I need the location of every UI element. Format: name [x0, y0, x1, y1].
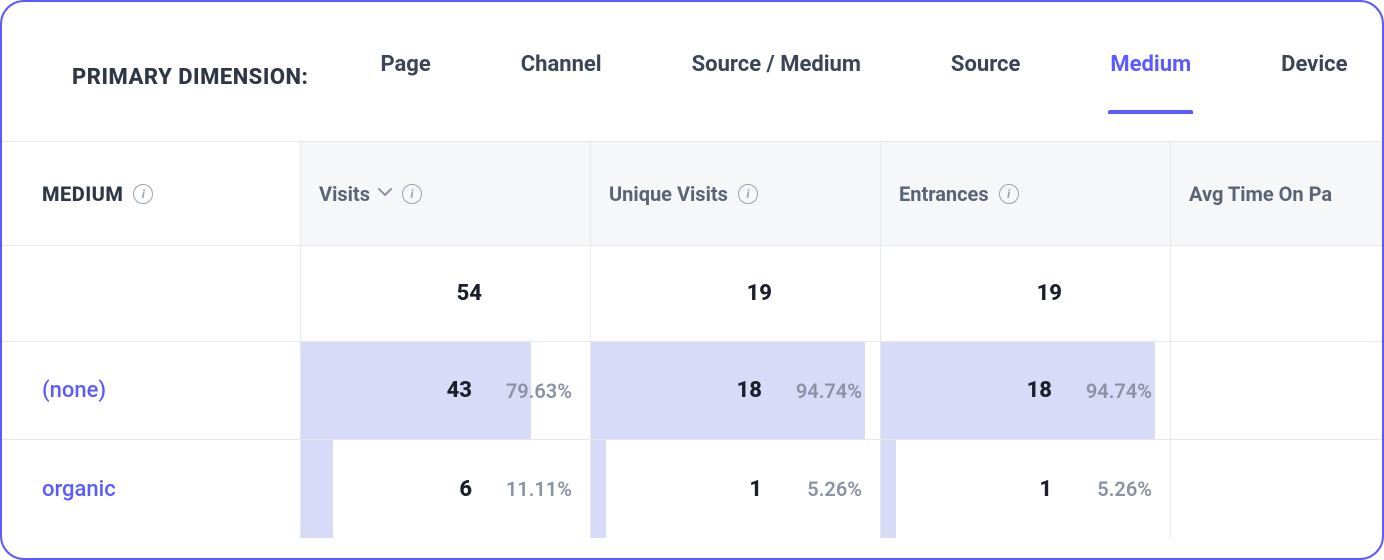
metric-pct: 79.63%: [488, 379, 572, 403]
totals-unique-visits-value: 19: [747, 281, 778, 306]
row-visits-cell: 6 11.11%: [300, 440, 590, 538]
tab-channel[interactable]: Channel: [519, 42, 604, 113]
metric-value: 1: [1039, 477, 1052, 502]
col-header-visits[interactable]: Visits: [300, 142, 590, 246]
metric-pct: 11.11%: [488, 477, 572, 501]
table-totals-row: 54 00.00% 19 00.00% 19 00.00%: [2, 246, 1382, 342]
totals-unique-visits-cell: 19 00.00%: [590, 246, 880, 341]
table-row: (none) 43 79.63% 18 94.74% 18: [2, 342, 1382, 440]
col-header-label: Visits: [319, 182, 370, 206]
data-table: MEDIUM Visits Unique Visits Entrances Av…: [2, 141, 1382, 538]
totals-entrances-cell: 19 00.00%: [880, 246, 1170, 341]
totals-visits-cell: 54 00.00%: [300, 246, 590, 341]
col-header-label: Entrances: [899, 182, 989, 206]
dimension-label: PRIMARY DIMENSION:: [72, 65, 308, 90]
tab-medium[interactable]: Medium: [1108, 42, 1193, 113]
row-entrances-cell: 18 94.74%: [880, 342, 1170, 439]
tab-page[interactable]: Page: [378, 42, 432, 113]
totals-visits-value: 54: [457, 281, 488, 306]
row-unique-visits-cell: 1 5.26%: [590, 440, 880, 538]
totals-entrances-value: 19: [1037, 281, 1068, 306]
tab-source-medium[interactable]: Source / Medium: [690, 42, 863, 113]
col-header-dimension[interactable]: MEDIUM: [2, 142, 300, 246]
metric-pct: 94.74%: [778, 379, 862, 403]
metric-pct: 94.74%: [1068, 379, 1152, 403]
totals-overflow-cell: [1170, 246, 1382, 341]
row-overflow-cell: [1170, 440, 1382, 538]
col-header-unique-visits[interactable]: Unique Visits: [590, 142, 880, 246]
tab-device[interactable]: Device: [1279, 42, 1349, 113]
col-header-entrances[interactable]: Entrances: [880, 142, 1170, 246]
table-header-row: MEDIUM Visits Unique Visits Entrances Av…: [2, 142, 1382, 246]
chevron-down-icon: [378, 187, 392, 197]
info-icon[interactable]: [738, 184, 758, 204]
dimension-tabs: Page Channel Source / Medium Source Medi…: [378, 42, 1349, 113]
row-visits-cell: 43 79.63%: [300, 342, 590, 439]
row-dimension-cell: (none): [2, 342, 300, 439]
col-header-dimension-label: MEDIUM: [20, 182, 123, 206]
table-row: organic 6 11.11% 1 5.26% 1: [2, 440, 1382, 538]
metric-value: 6: [459, 477, 472, 502]
col-header-label: Unique Visits: [609, 182, 728, 206]
metric-value: 18: [1027, 378, 1052, 403]
totals-dimension-cell: [2, 246, 300, 341]
row-entrances-cell: 1 5.26%: [880, 440, 1170, 538]
row-dimension-link[interactable]: organic: [42, 477, 116, 502]
row-dimension-link[interactable]: (none): [42, 378, 106, 403]
info-icon[interactable]: [999, 184, 1019, 204]
col-header-overflow[interactable]: Avg Time On Pa: [1170, 142, 1382, 246]
analytics-panel: PRIMARY DIMENSION: Page Channel Source /…: [0, 0, 1384, 560]
col-header-label: Avg Time On Pa: [1189, 182, 1332, 206]
info-icon[interactable]: [402, 184, 422, 204]
metric-pct: 5.26%: [778, 477, 862, 501]
row-dimension-cell: organic: [2, 440, 300, 538]
metric-value: 43: [447, 378, 472, 403]
tab-source[interactable]: Source: [949, 42, 1022, 113]
metric-value: 1: [749, 477, 762, 502]
metric-pct: 5.26%: [1068, 477, 1152, 501]
metric-value: 18: [737, 378, 762, 403]
row-unique-visits-cell: 18 94.74%: [590, 342, 880, 439]
info-icon[interactable]: [133, 184, 153, 204]
dimension-bar: PRIMARY DIMENSION: Page Channel Source /…: [2, 2, 1382, 141]
row-overflow-cell: [1170, 342, 1382, 439]
